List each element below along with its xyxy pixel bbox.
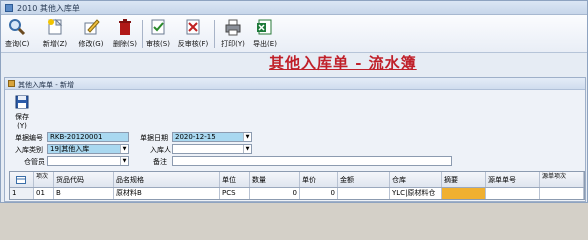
col-header-amount[interactable]: 金额 — [338, 172, 390, 187]
chevron-down-icon[interactable]: ▼ — [243, 145, 251, 153]
cell-src-doc[interactable] — [486, 188, 540, 199]
cell-summary[interactable] — [442, 188, 486, 199]
doc-no-field[interactable]: RKB-20120001 — [47, 132, 129, 142]
remark-field[interactable] — [172, 156, 452, 166]
title-bar: 2010 其他入库单 — [1, 1, 587, 15]
col-header-unit[interactable]: 单位 — [220, 172, 250, 187]
cell-warehouse[interactable]: YLC|原材料仓 — [390, 188, 442, 199]
new-doc-icon — [48, 18, 63, 35]
printer-icon — [225, 19, 241, 36]
in-person-select[interactable]: ▼ — [172, 144, 252, 154]
excel-icon — [257, 19, 272, 35]
save-button[interactable]: 保存(Y) — [12, 95, 32, 130]
window-title: 2010 其他入库单 — [17, 4, 80, 13]
cell-src-seq[interactable] — [540, 188, 584, 199]
cell-code[interactable]: B — [54, 188, 114, 199]
col-header-warehouse[interactable]: 仓库 — [390, 172, 442, 187]
report-title: 其他入库单 - 流水簿 — [269, 54, 417, 72]
doc-no-label: 单据编号 — [15, 134, 43, 142]
table-row[interactable]: 1 01 B 原材料B PCS 0 0 YLC|原材料仓 — [10, 188, 584, 199]
col-header-summary[interactable]: 摘要 — [442, 172, 486, 187]
in-type-label: 入库类别 — [15, 146, 43, 154]
cell-qty[interactable]: 0 — [250, 188, 300, 199]
cell-seq[interactable]: 01 — [34, 188, 54, 199]
col-header-qty[interactable]: 数量 — [250, 172, 300, 187]
edit-button[interactable]: 修改(G) — [77, 18, 105, 50]
col-header-seq[interactable]: 项次 — [34, 172, 54, 187]
toolbar-separator — [214, 20, 215, 48]
floppy-disk-icon — [15, 95, 29, 109]
grid-icon — [16, 176, 26, 184]
doc-date-label: 单据日期 — [140, 134, 168, 142]
col-header-src-doc[interactable]: 源单单号 — [486, 172, 540, 187]
sub-window-title: 其他入库单 - 新增 — [18, 81, 74, 89]
col-header-spec[interactable]: 品名规格 — [114, 172, 220, 187]
chevron-down-icon[interactable]: ▼ — [120, 157, 128, 165]
cell-spec[interactable]: 原材料B — [114, 188, 220, 199]
in-person-label: 入库人 — [150, 146, 171, 154]
row-number: 1 — [10, 188, 34, 199]
toolbar-separator — [142, 20, 143, 48]
new-button[interactable]: 新增(Z) — [41, 18, 69, 50]
grid-header: 项次 货品代码 品名规格 单位 数量 单价 金额 仓库 摘要 源单单号 源单项次 — [10, 172, 584, 188]
trash-icon — [119, 19, 131, 35]
approve-button[interactable]: 审核(S) — [145, 18, 171, 50]
search-icon — [9, 19, 26, 36]
cell-amount[interactable] — [338, 188, 390, 199]
export-button[interactable]: 导出(E) — [251, 18, 279, 50]
app-window: 2010 其他入库单 查询(C) 新增(Z) 修改(G) 删除(S) 审核(S)… — [0, 0, 588, 203]
doc-date-field[interactable]: 2020-12-15 ▼ — [172, 132, 252, 142]
col-header-price[interactable]: 单价 — [300, 172, 338, 187]
sub-window-title-bar: 其他入库单 - 新增 — [5, 78, 585, 90]
delete-button[interactable]: 删除(S) — [111, 18, 139, 50]
unapprove-button[interactable]: 反审核(F) — [176, 18, 210, 50]
print-button[interactable]: 打印(Y) — [219, 18, 247, 50]
unapprove-icon — [186, 19, 200, 35]
form-icon — [8, 80, 15, 87]
sub-window: 其他入库单 - 新增 保存(Y) 单据编号 RKB-20120001 单据日期 … — [4, 77, 586, 202]
in-type-select[interactable]: 19|其他入库 ▼ — [47, 144, 129, 154]
warehouse-mgr-label: 仓管员 — [24, 158, 45, 166]
edit-icon — [84, 19, 100, 35]
detail-grid: 项次 货品代码 品名规格 单位 数量 单价 金额 仓库 摘要 源单单号 源单项次… — [9, 171, 585, 200]
grid-corner[interactable] — [10, 172, 34, 187]
col-header-code[interactable]: 货品代码 — [54, 172, 114, 187]
query-button[interactable]: 查询(C) — [5, 18, 29, 50]
col-header-src-seq[interactable]: 源单项次 — [540, 172, 584, 187]
remark-label: 备注 — [153, 158, 167, 166]
approve-icon — [151, 19, 165, 35]
warehouse-mgr-select[interactable]: ▼ — [47, 156, 129, 166]
cell-unit[interactable]: PCS — [220, 188, 250, 199]
chevron-down-icon[interactable]: ▼ — [243, 133, 251, 141]
chevron-down-icon[interactable]: ▼ — [120, 145, 128, 153]
toolbar: 查询(C) 新增(Z) 修改(G) 删除(S) 审核(S) 反审核(F) 打印(… — [1, 15, 587, 53]
cell-price[interactable]: 0 — [300, 188, 338, 199]
app-icon — [5, 4, 13, 12]
